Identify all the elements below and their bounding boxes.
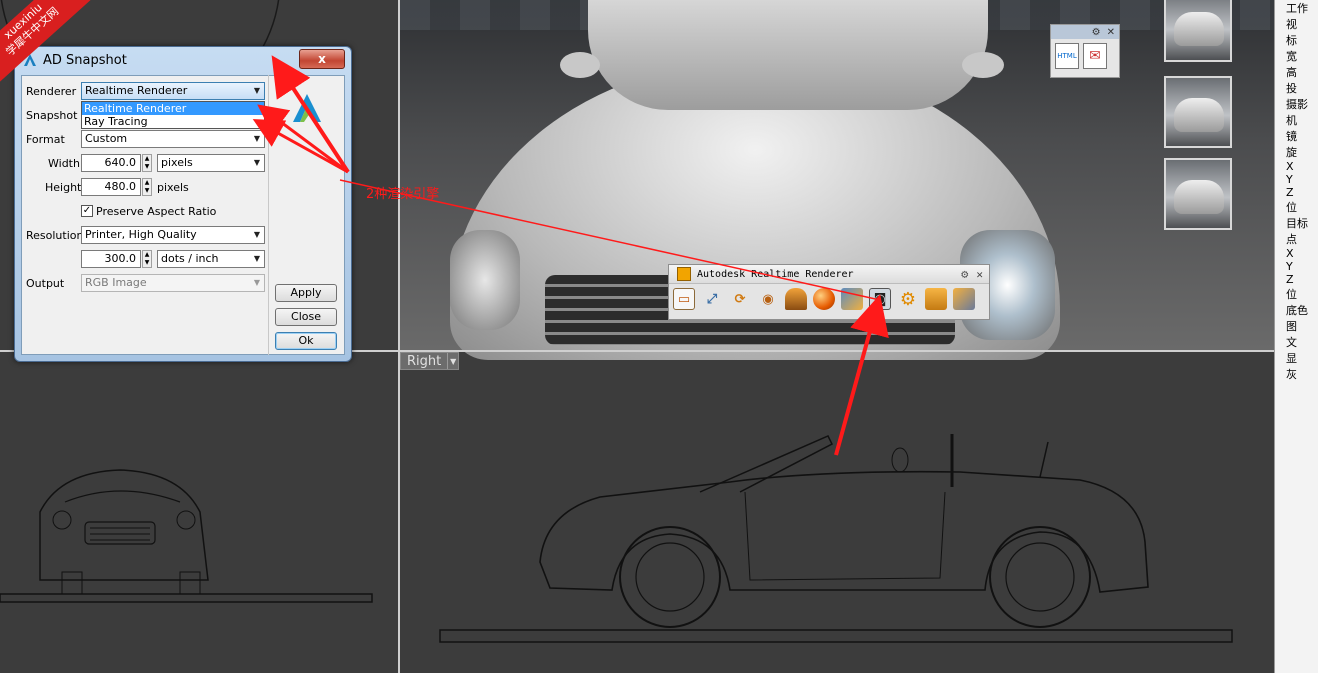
annotation-text: 2种渲染引擎	[366, 187, 440, 202]
annotation-arrows	[252, 55, 889, 456]
